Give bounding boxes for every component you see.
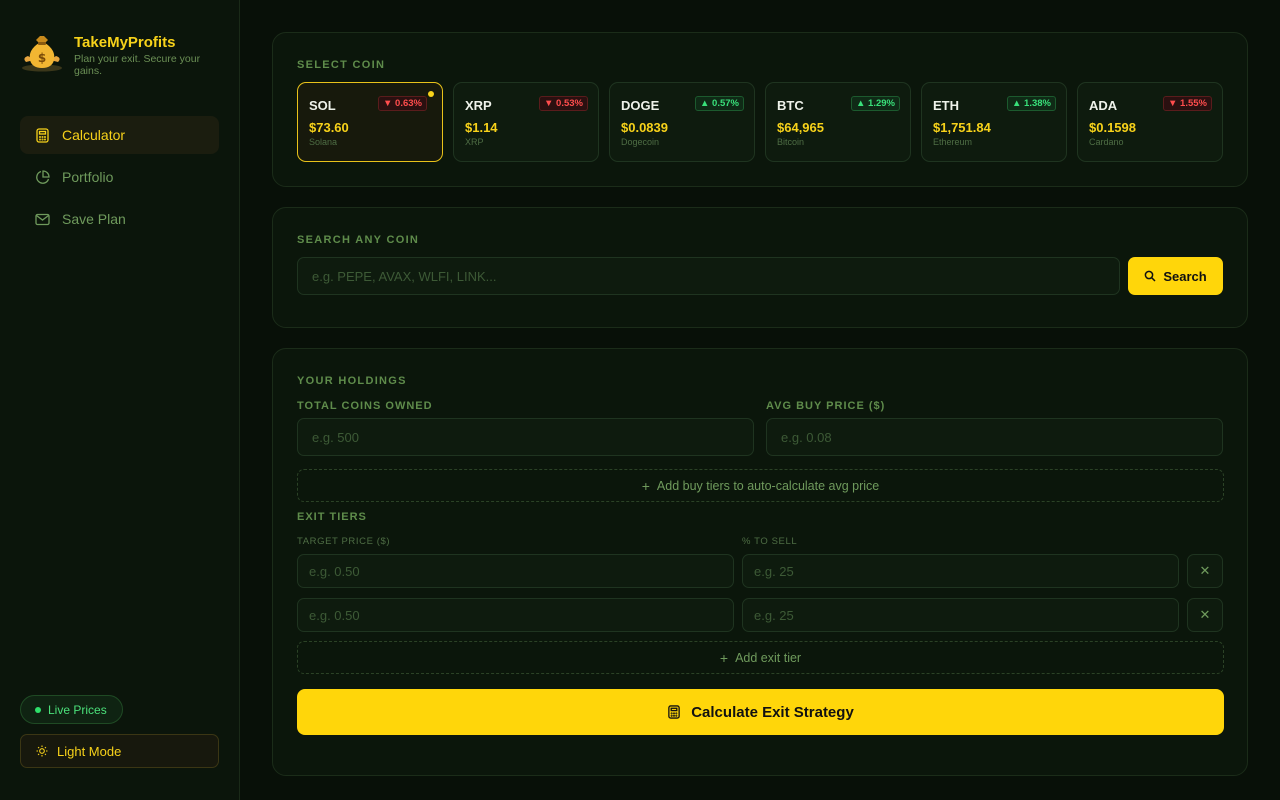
coin-name: Bitcoin (777, 137, 805, 147)
coin-card-ada[interactable]: ADA ▼ 1.55% $0.1598 Cardano (1077, 82, 1223, 162)
exit-tier-target-input[interactable] (297, 554, 734, 588)
coin-name: Cardano (1089, 137, 1124, 147)
coin-card-doge[interactable]: DOGE ▲ 0.57% $0.0839 Dogecoin (609, 82, 755, 162)
calculate-exit-strategy-button[interactable]: Calculate Exit Strategy (297, 689, 1224, 735)
remove-tier-button[interactable]: ✕ (1187, 554, 1223, 588)
light-mode-toggle[interactable]: Light Mode (20, 734, 219, 768)
coin-symbol: ETH (933, 98, 959, 113)
coin-name: Dogecoin (621, 137, 660, 147)
coin-name: XRP (465, 137, 484, 147)
coin-symbol: DOGE (621, 98, 660, 113)
coin-card-xrp[interactable]: XRP ▼ 0.53% $1.14 XRP (453, 82, 599, 162)
add-exit-tier-button[interactable]: + Add exit tier (297, 641, 1224, 674)
sidebar-item-save-plan[interactable]: Save Plan (20, 200, 219, 238)
coin-symbol: SOL (309, 98, 336, 113)
holdings-heading: YOUR HOLDINGS (297, 375, 407, 387)
coin-card-eth[interactable]: ETH ▲ 1.38% $1,751.84 Ethereum (921, 82, 1067, 162)
search-heading: SEARCH ANY COIN (297, 234, 420, 246)
sidebar-item-label: Calculator (62, 127, 126, 143)
add-buy-tiers-label: Add buy tiers to auto-calculate avg pric… (656, 478, 880, 493)
coin-change-badge: ▲ 1.29% (851, 96, 900, 111)
live-prices-badge: Live Prices (20, 695, 123, 724)
calculate-label: Calculate Exit Strategy (691, 703, 854, 721)
avg-buy-price-label: AVG BUY PRICE ($) (766, 400, 886, 412)
coin-name: Ethereum (933, 137, 973, 147)
sidebar: $ TakeMyProfits Plan your exit. Secure y… (0, 0, 240, 800)
coin-name: Solana (309, 137, 338, 147)
search-card: SEARCH ANY COIN Search (272, 207, 1248, 328)
search-icon (1144, 270, 1156, 282)
coin-change-badge: ▼ 0.53% (539, 96, 588, 111)
search-button[interactable]: Search (1128, 257, 1223, 295)
coin-change-badge: ▼ 1.55% (1163, 96, 1212, 111)
sidebar-item-calculator[interactable]: Calculator (20, 116, 219, 154)
coins-owned-label: TOTAL COINS OWNED (297, 400, 433, 412)
plus-icon: + (641, 477, 650, 494)
coin-card-btc[interactable]: BTC ▲ 1.29% $64,965 Bitcoin (765, 82, 911, 162)
svg-text:$: $ (38, 51, 46, 65)
live-prices-label: Live Prices (48, 702, 107, 717)
coin-symbol: XRP (465, 98, 492, 113)
avg-buy-price-input[interactable] (766, 418, 1223, 456)
target-price-label: TARGET PRICE ($) (297, 536, 391, 547)
exit-tier-target-input[interactable] (297, 598, 734, 632)
calculator-icon (668, 705, 681, 719)
coin-change-badge: ▼ 0.63% (378, 96, 427, 111)
percent-to-sell-label: % TO SELL (742, 536, 798, 547)
coin-card-sol[interactable]: SOL ▼ 0.63% $73.60 Solana (297, 82, 443, 162)
coin-change-badge: ▲ 0.57% (695, 96, 744, 111)
coin-change-badge: ▲ 1.38% (1007, 96, 1056, 111)
mail-icon (35, 213, 50, 225)
live-dot-icon (35, 706, 41, 713)
search-button-label: Search (1163, 268, 1207, 284)
close-icon: ✕ (1199, 607, 1211, 622)
select-coin-card: SELECT COIN SOL ▼ 0.63% $73.60 Solana XR… (272, 32, 1248, 187)
add-exit-tier-label: Add exit tier (735, 650, 802, 665)
sidebar-item-label: Save Plan (62, 211, 126, 227)
coin-symbol: BTC (777, 98, 804, 113)
close-icon: ✕ (1199, 563, 1211, 578)
sidebar-item-portfolio[interactable]: Portfolio (20, 158, 219, 196)
light-mode-label: Light Mode (57, 743, 122, 759)
coin-price: $73.60 (309, 120, 349, 135)
coins-owned-input[interactable] (297, 418, 754, 456)
remove-tier-button[interactable]: ✕ (1187, 598, 1223, 632)
calculator-icon (36, 127, 49, 143)
sidebar-nav: Calculator Portfolio Save Plan (20, 116, 219, 242)
plus-icon: + (719, 649, 729, 666)
sidebar-item-label: Portfolio (62, 169, 114, 185)
coin-price: $0.0839 (621, 120, 668, 135)
selected-dot-icon (428, 91, 434, 97)
exit-tier-sell-input[interactable] (742, 554, 1179, 588)
holdings-card: YOUR HOLDINGS TOTAL COINS OWNED AVG BUY … (272, 348, 1248, 776)
coin-list: SOL ▼ 0.63% $73.60 Solana XRP ▼ 0.53% $1… (297, 82, 1223, 162)
sun-icon (36, 745, 48, 757)
brand-tagline: Plan your exit. Secure your gains. (74, 53, 201, 77)
coin-price: $1.14 (465, 120, 498, 135)
coin-price: $1,751.84 (933, 120, 991, 135)
exit-tiers-heading: EXIT TIERS (297, 511, 367, 523)
brand-title: TakeMyProfits (74, 34, 176, 51)
coin-search-input[interactable] (297, 257, 1120, 295)
coin-price: $0.1598 (1089, 120, 1136, 135)
coin-price: $64,965 (777, 120, 824, 135)
brand: $ TakeMyProfits Plan your exit. Secure y… (20, 32, 214, 77)
add-buy-tiers-button[interactable]: + Add buy tiers to auto-calculate avg pr… (297, 469, 1224, 502)
money-bag-icon: $ (22, 36, 62, 72)
pie-chart-icon (36, 169, 50, 184)
exit-tier-sell-input[interactable] (742, 598, 1179, 632)
select-coin-heading: SELECT COIN (297, 59, 386, 71)
coin-symbol: ADA (1089, 98, 1118, 113)
